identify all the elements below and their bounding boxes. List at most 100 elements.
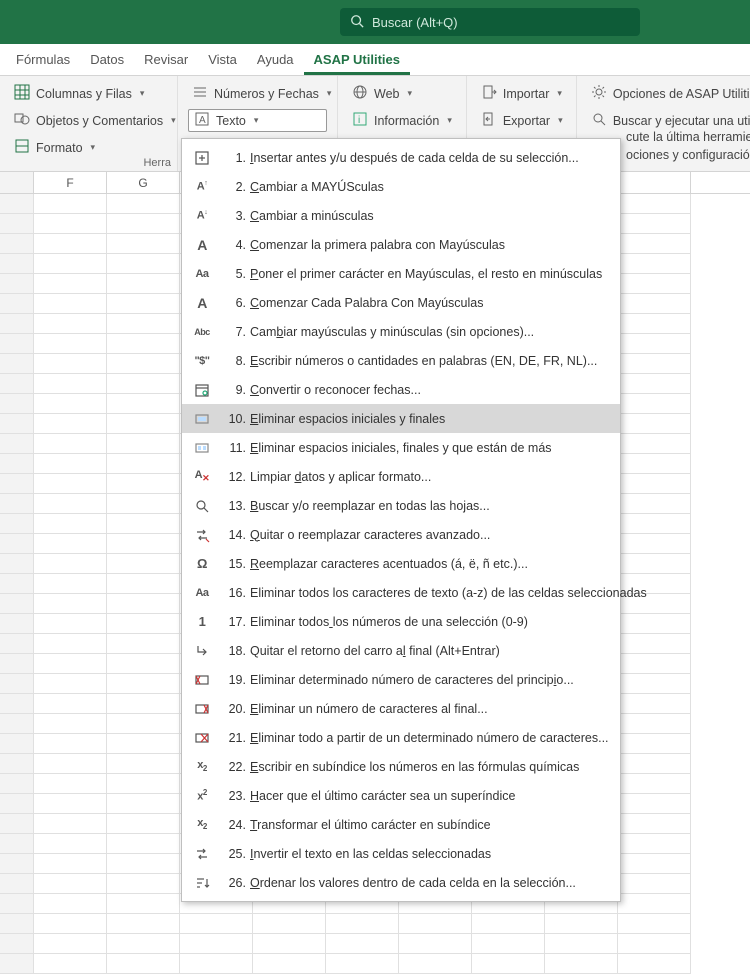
menu-item-22[interactable]: x2 22.Escribir en subíndice los números e… bbox=[182, 752, 620, 781]
menu-item-label: 21.Eliminar todo a partir de un determin… bbox=[224, 731, 609, 745]
menu-item-label: 18.Quitar el retorno del carro al final … bbox=[224, 644, 500, 658]
search-icon bbox=[591, 111, 607, 130]
menu-item-label: 23.Hacer que el último carácter sea un s… bbox=[224, 789, 515, 803]
menu-item-9[interactable]: 9.Convertir o reconocer fechas... bbox=[182, 375, 620, 404]
one-icon: 1 bbox=[192, 613, 212, 631]
tab-asap-utilities[interactable]: ASAP Utilities bbox=[304, 46, 410, 75]
Abc-icon: Abc bbox=[192, 323, 212, 341]
cmd-columnas-filas[interactable]: Columnas y Filas▾ bbox=[10, 82, 167, 105]
cmd-importar[interactable]: Importar▾ bbox=[477, 82, 566, 105]
menu-item-18[interactable]: 18.Quitar el retorno del carro al final … bbox=[182, 636, 620, 665]
Aa-icon: Aa bbox=[192, 584, 212, 602]
A-down-icon: A↓ bbox=[192, 207, 212, 225]
menu-item-24[interactable]: x224.Transformar el último carácter en s… bbox=[182, 810, 620, 839]
tab-formulas[interactable]: Fórmulas bbox=[6, 46, 80, 75]
trim-icon bbox=[192, 410, 212, 428]
svg-text:A: A bbox=[199, 115, 206, 126]
menu-item-label: 5.Poner el primer carácter en Mayúsculas… bbox=[224, 267, 602, 281]
xsup-icon: x2 bbox=[192, 787, 212, 805]
menu-item-13[interactable]: 13.Buscar y/o reemplazar en todas las ho… bbox=[182, 491, 620, 520]
menu-item-16[interactable]: Aa16.Eliminar todos los caracteres de te… bbox=[182, 578, 620, 607]
menu-item-21[interactable]: 21.Eliminar todo a partir de un determin… bbox=[182, 723, 620, 752]
search-placeholder: Buscar (Alt+Q) bbox=[372, 15, 458, 30]
return-icon bbox=[192, 642, 212, 660]
cmd-opciones-asap[interactable]: Opciones de ASAP Utilitie bbox=[587, 82, 750, 105]
chevron-down-icon: ▾ bbox=[407, 88, 412, 99]
menu-item-23[interactable]: x2 23.Hacer que el último carácter sea un… bbox=[182, 781, 620, 810]
menu-item-1[interactable]: 1.Insertar antes y/u después de cada cel… bbox=[182, 143, 620, 172]
del-start-icon bbox=[192, 671, 212, 689]
clean-icon: A✕ bbox=[192, 468, 212, 486]
cmd-numeros-fechas[interactable]: Números y Fechas▾ bbox=[188, 82, 327, 105]
col-header[interactable]: G bbox=[107, 172, 180, 193]
partial-text-ociones: ociones y configuración bbox=[626, 148, 750, 162]
title-bar: Buscar (Alt+Q) bbox=[0, 0, 750, 44]
menu-item-label: 13.Buscar y/o reemplazar en todas las ho… bbox=[224, 499, 490, 513]
gear-icon bbox=[591, 84, 607, 103]
menu-item-label: 15.Reemplazar caracteres acentuados (á, … bbox=[224, 557, 528, 571]
cmd-exportar[interactable]: Exportar▾ bbox=[477, 109, 566, 132]
search-icon bbox=[350, 14, 364, 31]
invert-icon bbox=[192, 845, 212, 863]
menu-item-10[interactable]: 10.Eliminar espacios iniciales y finales bbox=[182, 404, 620, 433]
menu-item-6[interactable]: A 6.Comenzar Cada Palabra Con Mayúsculas bbox=[182, 288, 620, 317]
menu-item-19[interactable]: 19.Eliminar determinado número de caract… bbox=[182, 665, 620, 694]
chevron-down-icon: ▾ bbox=[140, 88, 145, 99]
menu-item-4[interactable]: A4.Comenzar la primera palabra con Mayús… bbox=[182, 230, 620, 259]
menu-item-14[interactable]: 14.Quitar o reemplazar caracteres avanza… bbox=[182, 520, 620, 549]
cmd-texto[interactable]: A Texto▾ bbox=[188, 109, 327, 132]
A-big-icon: A bbox=[192, 236, 212, 254]
menu-item-26[interactable]: 26.Ordenar los valores dentro de cada ce… bbox=[182, 868, 620, 897]
menu-item-label: 16.Eliminar todos los caracteres de text… bbox=[224, 586, 647, 600]
col-header[interactable] bbox=[618, 172, 691, 193]
menu-item-label: 10.Eliminar espacios iniciales y finales bbox=[224, 412, 445, 426]
menu-item-20[interactable]: 20.Eliminar un número de caracteres al f… bbox=[182, 694, 620, 723]
del-end-icon bbox=[192, 700, 212, 718]
cmd-formato[interactable]: Formato▾ bbox=[10, 136, 167, 159]
chevron-down-icon: ▾ bbox=[171, 115, 176, 126]
menu-item-label: 17.Eliminar todos los números de una sel… bbox=[224, 615, 528, 629]
menu-item-2[interactable]: A↑2.Cambiar a MAYÚSculas bbox=[182, 172, 620, 201]
menu-item-11[interactable]: 11.Eliminar espacios iniciales, finales … bbox=[182, 433, 620, 462]
col-header[interactable]: F bbox=[34, 172, 107, 193]
menu-item-label: 22.Escribir en subíndice los números en … bbox=[224, 760, 579, 774]
tab-datos[interactable]: Datos bbox=[80, 46, 134, 75]
menu-item-label: 7.Cambiar mayúsculas y minúsculas (sin o… bbox=[224, 325, 534, 339]
menu-item-5[interactable]: Aa 5.Poner el primer carácter en Mayúscul… bbox=[182, 259, 620, 288]
cmd-web[interactable]: Web▾ bbox=[348, 82, 456, 105]
chevron-down-icon: ▾ bbox=[91, 142, 96, 153]
A-big-icon: A bbox=[192, 294, 212, 312]
menu-item-7[interactable]: Abc 7.Cambiar mayúsculas y minúsculas (si… bbox=[182, 317, 620, 346]
tab-revisar[interactable]: Revisar bbox=[134, 46, 198, 75]
ribbon-tabs: Fórmulas Datos Revisar Vista Ayuda ASAP … bbox=[0, 44, 750, 76]
Aa-icon: Aa bbox=[192, 265, 212, 283]
cmd-objetos-comentarios[interactable]: Objetos y Comentarios▾ bbox=[10, 109, 167, 132]
numbers-icon bbox=[192, 84, 208, 103]
x2-icon: x2 bbox=[192, 758, 212, 776]
menu-item-12[interactable]: A✕12.Limpiar datos y aplicar formato... bbox=[182, 462, 620, 491]
menu-item-label: 6.Comenzar Cada Palabra Con Mayúsculas bbox=[224, 296, 483, 310]
dollar-icon: "$" bbox=[192, 352, 212, 370]
menu-item-label: 1.Insertar antes y/u después de cada cel… bbox=[224, 151, 579, 165]
search-icon bbox=[192, 497, 212, 515]
title-search-box[interactable]: Buscar (Alt+Q) bbox=[340, 8, 640, 36]
export-icon bbox=[481, 111, 497, 130]
menu-item-25[interactable]: 25.Invertir el texto en las celdas selec… bbox=[182, 839, 620, 868]
tab-ayuda[interactable]: Ayuda bbox=[247, 46, 304, 75]
menu-item-label: 24.Transformar el último carácter en sub… bbox=[224, 818, 491, 832]
menu-item-3[interactable]: A↓3.Cambiar a minúsculas bbox=[182, 201, 620, 230]
cmd-buscar-ejecutar[interactable]: Buscar y ejecutar una utili bbox=[587, 109, 750, 132]
chevron-down-icon: ▾ bbox=[254, 115, 259, 126]
replace-icon bbox=[192, 526, 212, 544]
info-icon: i bbox=[352, 111, 368, 130]
menu-item-label: 20.Eliminar un número de caracteres al f… bbox=[224, 702, 488, 716]
menu-item-label: 26.Ordenar los valores dentro de cada ce… bbox=[224, 876, 576, 890]
text-icon: A bbox=[194, 111, 210, 130]
group-footer-1: Herra bbox=[0, 157, 177, 169]
menu-item-17[interactable]: 1 17.Eliminar todos los números de una se… bbox=[182, 607, 620, 636]
cmd-informacion[interactable]: i Información▾ bbox=[348, 109, 456, 132]
tab-vista[interactable]: Vista bbox=[198, 46, 247, 75]
menu-item-8[interactable]: "$"8.Escribir números o cantidades en pa… bbox=[182, 346, 620, 375]
menu-item-15[interactable]: Ω15.Reemplazar caracteres acentuados (á,… bbox=[182, 549, 620, 578]
chevron-down-icon: ▾ bbox=[327, 88, 332, 99]
